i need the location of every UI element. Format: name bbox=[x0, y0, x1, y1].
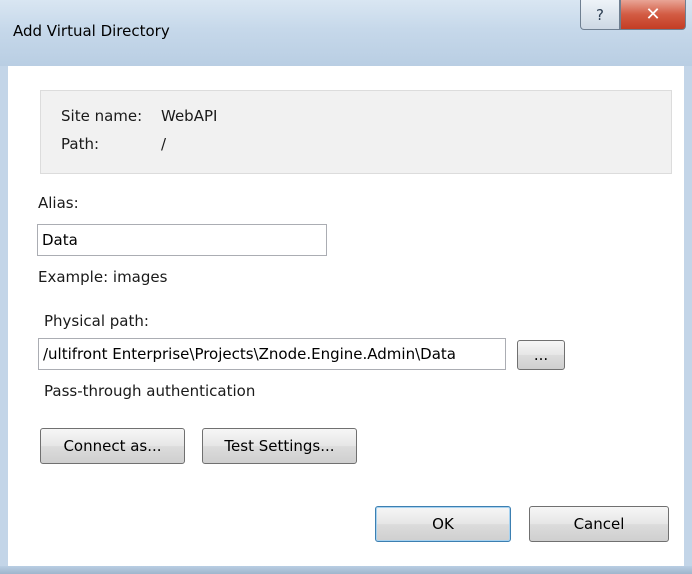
pass-through-auth-text: Pass-through authentication bbox=[44, 382, 256, 400]
test-settings-button[interactable]: Test Settings... bbox=[202, 428, 357, 464]
physical-path-label: Physical path: bbox=[44, 312, 149, 330]
window-title: Add Virtual Directory bbox=[13, 22, 170, 40]
alias-input[interactable] bbox=[37, 224, 327, 256]
help-button[interactable]: ? bbox=[580, 0, 620, 30]
connect-as-button[interactable]: Connect as... bbox=[40, 428, 185, 464]
site-name-label: Site name: bbox=[61, 107, 143, 125]
window-frame-right bbox=[684, 66, 692, 566]
close-icon: ✕ bbox=[645, 4, 661, 25]
dialog-body: Site name: WebAPI Path: / Alias: Example… bbox=[8, 66, 684, 566]
window-frame-bottom bbox=[0, 566, 692, 574]
physical-path-input[interactable] bbox=[38, 338, 506, 370]
path-label: Path: bbox=[61, 135, 100, 153]
window-frame-left bbox=[0, 66, 8, 566]
title-bar: Add Virtual Directory ? ✕ bbox=[0, 0, 692, 66]
close-button[interactable]: ✕ bbox=[620, 0, 686, 30]
site-info-panel: Site name: WebAPI Path: / bbox=[40, 90, 672, 174]
browse-button[interactable]: ... bbox=[517, 340, 565, 370]
ok-button[interactable]: OK bbox=[375, 506, 511, 542]
site-name-value: WebAPI bbox=[161, 107, 218, 125]
cancel-button[interactable]: Cancel bbox=[529, 506, 669, 542]
path-value: / bbox=[161, 135, 167, 153]
alias-label: Alias: bbox=[38, 194, 79, 212]
help-icon: ? bbox=[596, 5, 604, 24]
alias-example-text: Example: images bbox=[38, 268, 168, 286]
